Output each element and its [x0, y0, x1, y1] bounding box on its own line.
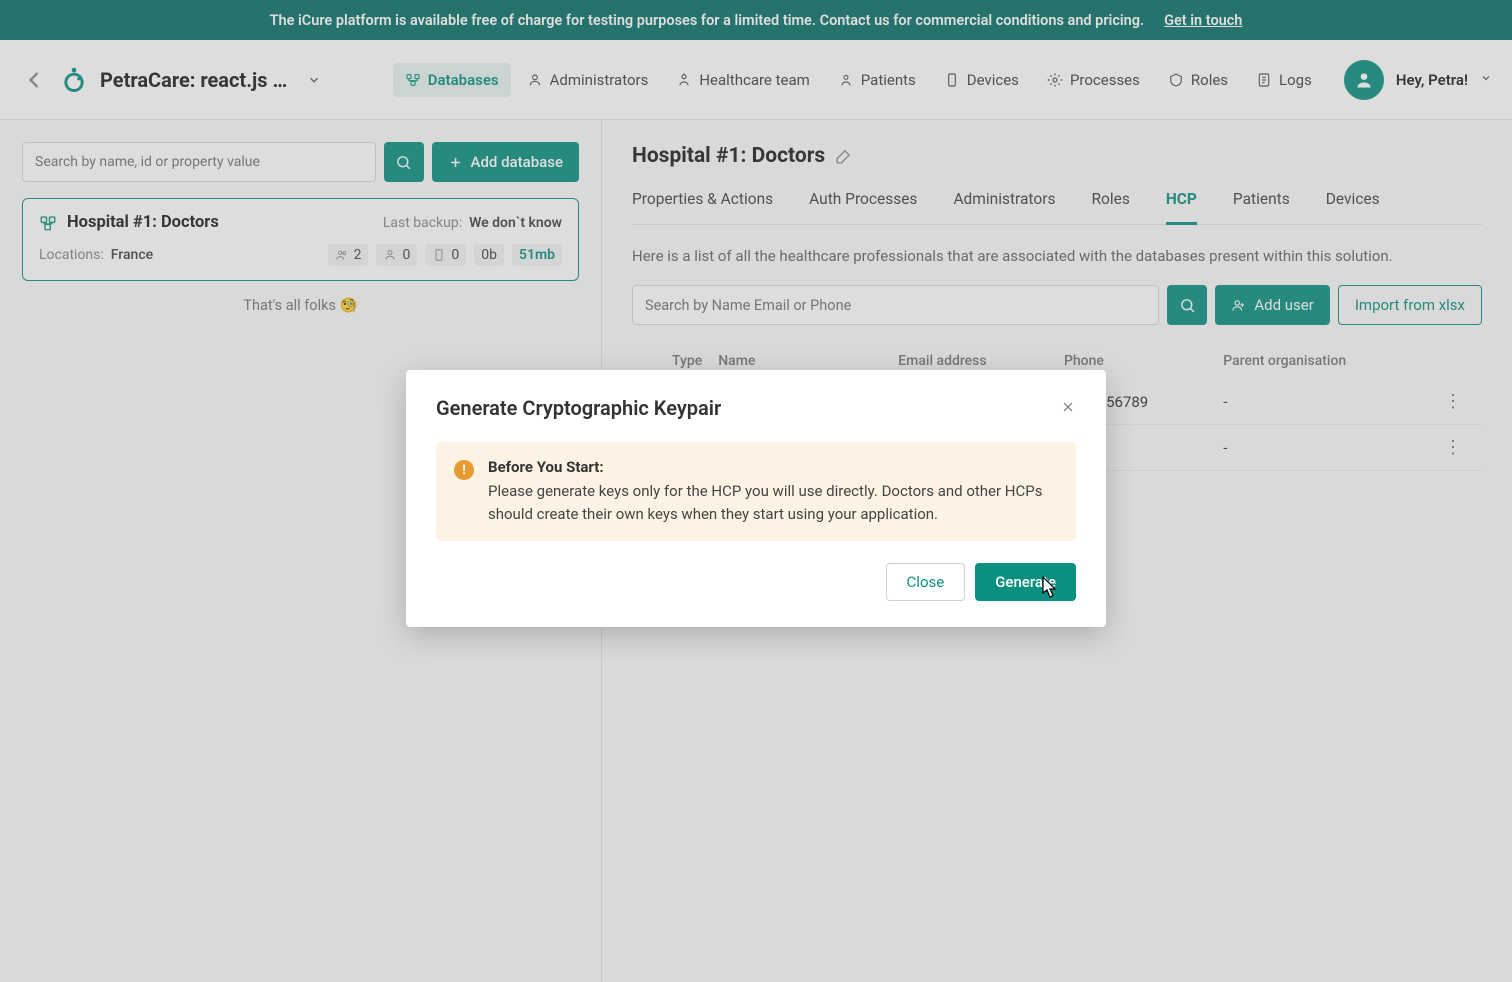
generate-button[interactable]: Generate — [975, 563, 1076, 601]
close-icon[interactable] — [1060, 396, 1076, 420]
modal-overlay[interactable]: Generate Cryptographic Keypair ! Before … — [0, 0, 1512, 982]
close-button[interactable]: Close — [886, 563, 966, 601]
warning-icon: ! — [454, 460, 474, 480]
alert-body: Please generate keys only for the HCP yo… — [488, 480, 1058, 525]
modal-title: Generate Cryptographic Keypair — [436, 396, 721, 420]
keypair-modal: Generate Cryptographic Keypair ! Before … — [406, 370, 1106, 627]
alert-heading: Before You Start: — [488, 458, 604, 476]
warning-alert: ! Before You Start: Please generate keys… — [436, 442, 1076, 541]
